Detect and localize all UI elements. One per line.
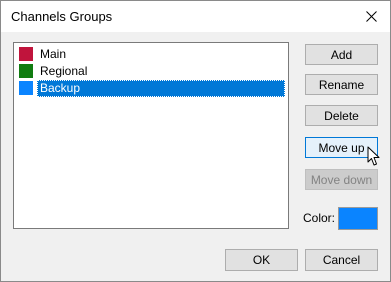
delete-button[interactable]: Delete xyxy=(305,105,378,126)
add-button[interactable]: Add xyxy=(305,44,378,65)
cancel-button[interactable]: Cancel xyxy=(305,249,378,271)
dialog-title: Channels Groups xyxy=(11,9,113,24)
move-up-button[interactable]: Move up xyxy=(305,137,378,158)
list-item[interactable]: Regional xyxy=(18,63,284,80)
list-item-selected[interactable]: Backup xyxy=(18,80,285,97)
ok-button[interactable]: OK xyxy=(225,249,298,271)
groups-listbox[interactable]: Main Regional Backup xyxy=(13,42,289,229)
close-button[interactable] xyxy=(358,5,384,27)
group-label: Main xyxy=(40,47,67,61)
group-label: Backup xyxy=(37,80,285,97)
channels-groups-dialog: Channels Groups Main Regional Backup Add… xyxy=(0,0,391,282)
list-item[interactable]: Main xyxy=(18,46,284,63)
close-icon xyxy=(365,10,377,22)
group-color-swatch xyxy=(19,47,33,61)
color-label: Color: xyxy=(303,211,336,225)
move-down-button[interactable]: Move down xyxy=(305,169,378,190)
rename-button[interactable]: Rename xyxy=(305,74,378,95)
group-label: Regional xyxy=(40,64,88,78)
group-color-swatch xyxy=(19,64,33,78)
group-color-swatch xyxy=(19,81,33,95)
title-bar: Channels Groups xyxy=(1,1,390,32)
color-picker-button[interactable] xyxy=(338,207,378,230)
